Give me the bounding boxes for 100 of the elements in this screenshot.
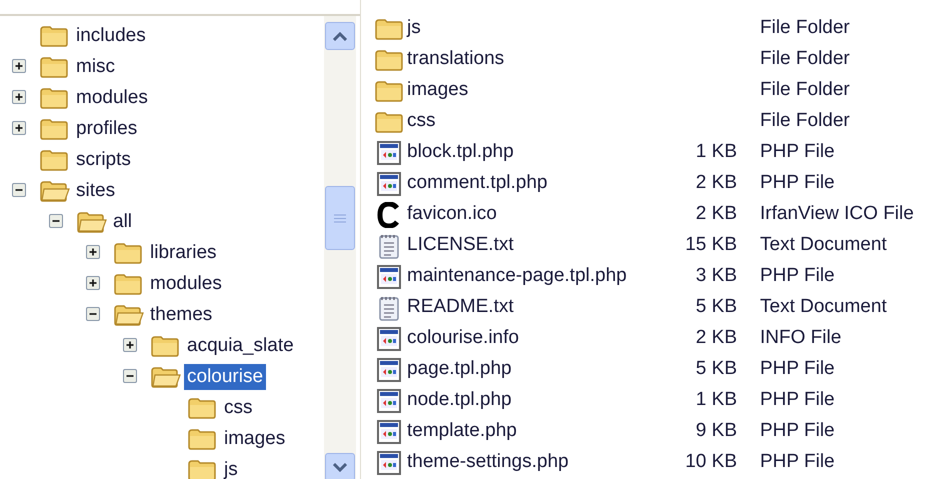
file-size: 1 KB — [696, 140, 737, 164]
folder-icon — [39, 148, 69, 170]
file-size: 10 KB — [685, 450, 737, 474]
notepad-icon — [378, 294, 400, 320]
file-size: 2 KB — [696, 202, 737, 226]
file-type: PHP File — [760, 357, 835, 382]
collapse-toggle[interactable] — [123, 369, 138, 384]
file-size: 9 KB — [696, 419, 737, 444]
file-size: 2 KB — [696, 326, 737, 350]
folder-icon — [374, 80, 404, 102]
file-name[interactable]: js — [407, 14, 675, 43]
collapse-toggle[interactable] — [12, 183, 27, 198]
script-file-icon — [377, 264, 401, 288]
script-file-icon — [377, 420, 401, 444]
scroll-down-button[interactable] — [325, 453, 355, 479]
tree-item[interactable]: themes — [147, 302, 216, 328]
script-file-icon — [377, 326, 401, 350]
file-size: 15 KB — [685, 233, 737, 258]
expand-toggle[interactable] — [12, 90, 27, 105]
file-size: 5 KB — [696, 295, 737, 320]
file-name[interactable]: README.txt — [407, 293, 675, 322]
file-type: PHP File — [760, 388, 835, 412]
expand-toggle[interactable] — [12, 59, 27, 74]
folder-icon — [113, 242, 143, 264]
c-letter-icon — [377, 202, 401, 228]
tree-item[interactable]: colourise — [184, 364, 266, 390]
folder-icon — [39, 86, 69, 108]
expand-toggle[interactable] — [12, 121, 27, 136]
file-type: IrfanView ICO File — [760, 202, 914, 226]
tree-item[interactable]: includes — [73, 22, 149, 48]
file-name[interactable]: favicon.ico — [407, 200, 675, 229]
file-name[interactable]: css — [407, 107, 675, 136]
file-size: 3 KB — [696, 264, 737, 288]
expand-toggle[interactable] — [86, 276, 101, 291]
file-type: PHP File — [760, 140, 835, 164]
tree-item[interactable]: profiles — [73, 116, 140, 142]
collapse-toggle[interactable] — [49, 214, 64, 229]
grip-icon — [334, 214, 346, 222]
file-type: PHP File — [760, 419, 835, 444]
file-name[interactable]: translations — [407, 45, 675, 74]
tree-item[interactable]: misc — [73, 54, 118, 80]
tree-item[interactable]: libraries — [147, 240, 220, 266]
file-name[interactable]: node.tpl.php — [407, 386, 675, 415]
open-folder-icon — [150, 366, 182, 388]
file-size: 5 KB — [696, 357, 737, 382]
folder-icon — [150, 334, 180, 356]
expand-toggle[interactable] — [123, 338, 138, 353]
scrollbar[interactable] — [324, 16, 356, 479]
folder-icon — [374, 18, 404, 40]
file-name[interactable]: LICENSE.txt — [407, 231, 675, 260]
file-name[interactable]: page.tpl.php — [407, 355, 675, 384]
scroll-up-button[interactable] — [325, 22, 355, 50]
file-type: File Folder — [760, 78, 850, 102]
file-type: File Folder — [760, 16, 850, 40]
file-size: 2 KB — [696, 171, 737, 196]
tree-item[interactable]: modules — [73, 84, 151, 110]
folder-icon — [39, 56, 69, 78]
folder-icon — [187, 458, 217, 479]
file-name[interactable]: colourise.info — [407, 324, 675, 353]
open-folder-icon — [76, 210, 108, 232]
chevron-down-icon — [333, 462, 347, 472]
file-type: PHP File — [760, 171, 835, 196]
script-file-icon — [377, 358, 401, 382]
folder-icon — [374, 48, 404, 70]
folder-icon — [374, 110, 404, 132]
file-name[interactable]: comment.tpl.php — [407, 169, 675, 198]
file-name[interactable]: theme-settings.php — [407, 448, 675, 477]
notepad-icon — [378, 232, 400, 258]
collapse-toggle[interactable] — [86, 307, 101, 322]
scroll-thumb[interactable] — [325, 186, 355, 250]
file-type: PHP File — [760, 450, 835, 474]
folder-icon — [39, 118, 69, 140]
script-file-icon — [377, 172, 401, 196]
file-type: PHP File — [760, 264, 835, 288]
chevron-up-icon — [333, 32, 347, 40]
file-type: File Folder — [760, 109, 850, 134]
folder-icon — [113, 272, 143, 294]
file-type: INFO File — [760, 326, 842, 350]
file-type: File Folder — [760, 47, 850, 72]
tree-item[interactable]: images — [221, 426, 288, 452]
file-size: 1 KB — [696, 388, 737, 412]
expand-toggle[interactable] — [86, 245, 101, 260]
tree-item[interactable]: modules — [147, 270, 225, 296]
tree-item[interactable]: acquia_slate — [184, 332, 297, 358]
tree-item[interactable]: js — [221, 456, 241, 479]
file-name[interactable]: images — [407, 76, 675, 105]
file-name[interactable]: maintenance-page.tpl.php — [407, 262, 675, 291]
open-folder-icon — [39, 180, 71, 202]
folder-icon — [39, 24, 69, 46]
file-type: Text Document — [760, 295, 887, 320]
file-name[interactable]: block.tpl.php — [407, 138, 675, 167]
script-file-icon — [377, 450, 401, 474]
tree-item[interactable]: all — [110, 208, 136, 234]
tree-item[interactable]: scripts — [73, 146, 134, 172]
script-file-icon — [377, 140, 401, 164]
tree-item[interactable]: sites — [73, 178, 118, 204]
tree-item[interactable]: css — [221, 394, 256, 420]
file-name[interactable]: template.php — [407, 417, 675, 446]
folder-icon — [187, 428, 217, 450]
folder-icon — [187, 396, 217, 418]
